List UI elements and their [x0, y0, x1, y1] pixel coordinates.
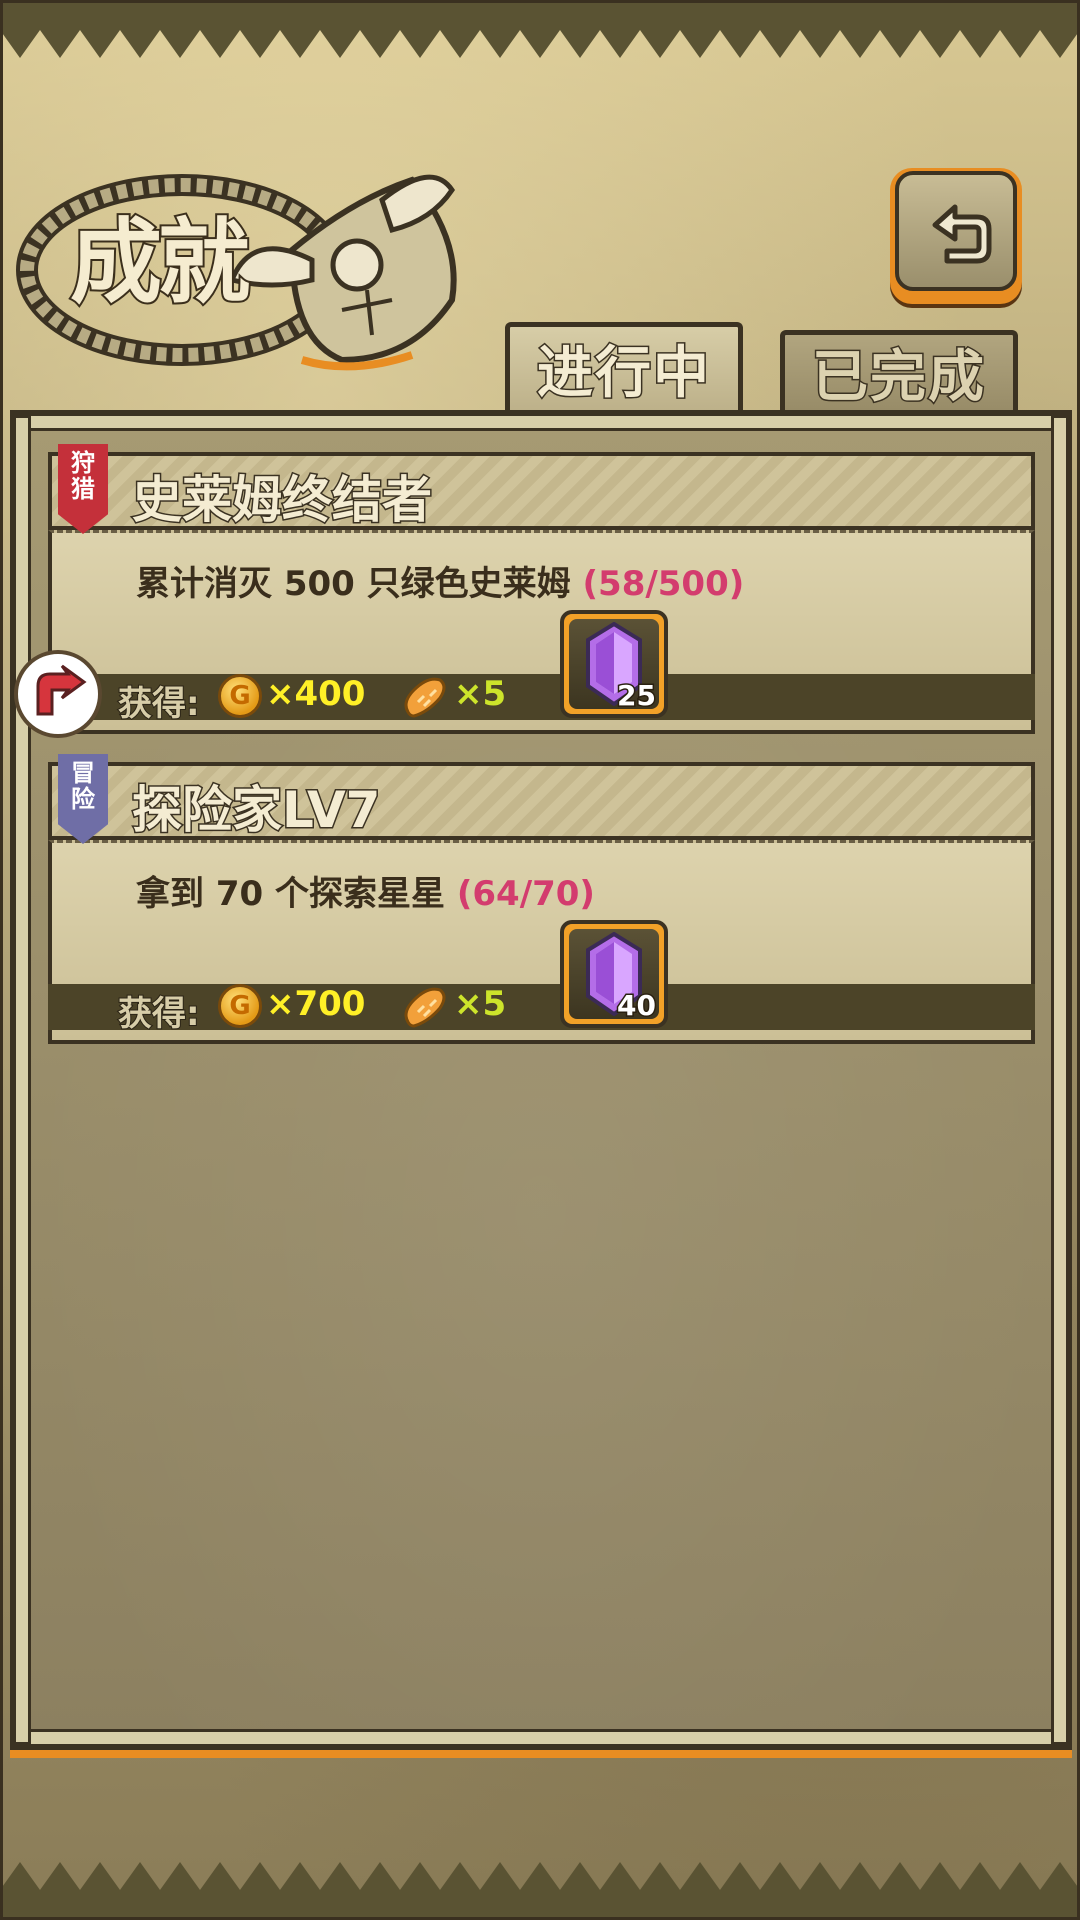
- tab-completed-label: 已完成: [811, 344, 986, 412]
- tab-completed[interactable]: 已完成: [780, 330, 1018, 412]
- progress-text: (64/70): [456, 874, 595, 914]
- gold-coin-icon: G: [218, 674, 262, 718]
- bread-amount: ×5: [454, 984, 507, 1024]
- coin-amount: ×400: [266, 674, 366, 714]
- achievement-card[interactable]: 冒险 探险家LV7 拿到 70 个探索星星 (64/70) 获得: G ×700…: [48, 754, 1035, 1044]
- panel-bottom-rail: [15, 1729, 1067, 1747]
- bread-icon: [404, 987, 446, 1028]
- back-button[interactable]: [890, 168, 1022, 304]
- achievement-title: 探险家LV7: [130, 780, 381, 841]
- tab-in-progress-label: 进行中: [536, 340, 711, 408]
- category-label: 冒险: [71, 759, 95, 813]
- achievement-description: 累计消灭 500 只绿色史莱姆 (58/500): [136, 556, 744, 605]
- panel-left-rail: [13, 415, 31, 1745]
- tab-in-progress[interactable]: 进行中: [505, 322, 743, 410]
- achievement-card[interactable]: 狩猎 史莱姆终结者 累计消灭 500 只绿色史莱姆 (58/500) 获得: G…: [48, 444, 1035, 734]
- gem-count: 40: [616, 988, 658, 1024]
- share-button[interactable]: [14, 650, 102, 738]
- page-title: 成就: [68, 206, 252, 318]
- panel-top-rail: [15, 413, 1067, 431]
- panel-right-rail: [1051, 415, 1069, 1745]
- category-label: 狩猎: [71, 449, 95, 503]
- share-arrow-icon: [36, 664, 87, 716]
- reward-label: 获得:: [117, 683, 201, 725]
- gold-coin-icon: G: [218, 984, 262, 1028]
- gem-reward[interactable]: 40: [560, 920, 668, 1028]
- progress-text: (58/500): [582, 564, 745, 604]
- reward-label: 获得:: [117, 993, 201, 1035]
- description-text: 拿到 70 个探索星星: [136, 874, 445, 914]
- gem-count: 25: [616, 678, 658, 714]
- gem-reward[interactable]: 25: [560, 610, 668, 718]
- achievement-title: 史莱姆终结者: [131, 470, 434, 531]
- achievement-description: 拿到 70 个探索星星 (64/70): [136, 866, 595, 915]
- bottom-zigzag-border: [0, 1862, 1080, 1920]
- back-arrow-icon: [932, 204, 992, 264]
- description-text: 累计消灭 500 只绿色史莱姆: [136, 564, 571, 604]
- bread-amount: ×5: [454, 674, 507, 714]
- coin-amount: ×700: [266, 984, 366, 1024]
- bread-icon: [404, 677, 446, 718]
- top-zigzag-border: [0, 0, 1080, 58]
